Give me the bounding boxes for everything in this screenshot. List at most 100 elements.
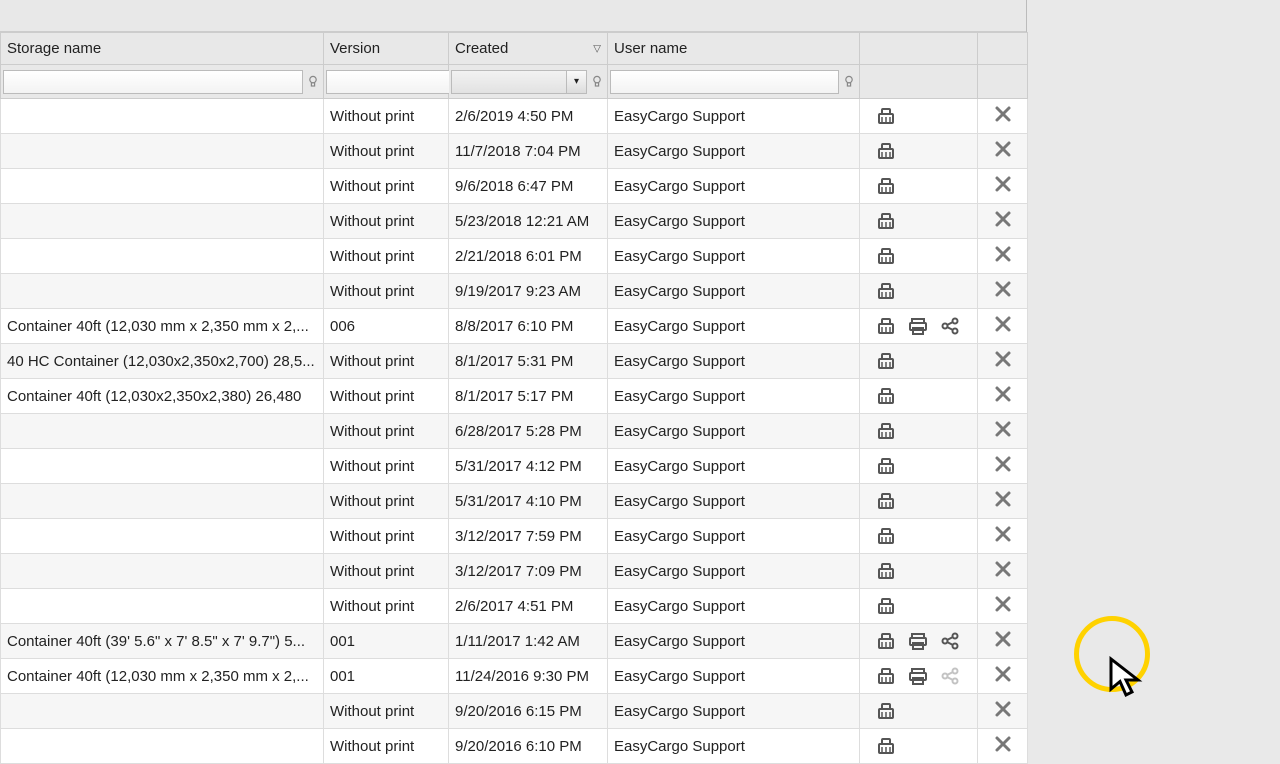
- share-icon[interactable]: [940, 316, 960, 336]
- cell-delete: [978, 274, 1028, 309]
- table-row[interactable]: Without print3/12/2017 7:59 PMEasyCargo …: [1, 519, 1028, 554]
- delete-icon[interactable]: [993, 454, 1013, 474]
- delete-icon[interactable]: [993, 524, 1013, 544]
- filter-storage-input[interactable]: [3, 70, 303, 94]
- filter-storage-hint-icon[interactable]: [305, 72, 321, 92]
- delete-icon[interactable]: [993, 279, 1013, 299]
- delete-icon[interactable]: [993, 489, 1013, 509]
- cell-delete: [978, 449, 1028, 484]
- table-row[interactable]: Without print2/6/2019 4:50 PMEasyCargo S…: [1, 99, 1028, 134]
- open-load-icon[interactable]: [876, 281, 896, 301]
- delete-icon[interactable]: [993, 349, 1013, 369]
- delete-icon[interactable]: [993, 139, 1013, 159]
- table-row[interactable]: Container 40ft (12,030 mm x 2,350 mm x 2…: [1, 309, 1028, 344]
- open-load-icon[interactable]: [876, 246, 896, 266]
- table-row[interactable]: Without print9/20/2016 6:15 PMEasyCargo …: [1, 694, 1028, 729]
- table-row[interactable]: Without print11/7/2018 7:04 PMEasyCargo …: [1, 134, 1028, 169]
- open-load-icon[interactable]: [876, 526, 896, 546]
- col-header-created[interactable]: Created ▽: [449, 33, 608, 65]
- cell-user: EasyCargo Support: [608, 449, 860, 484]
- share-icon[interactable]: [940, 666, 960, 686]
- cell-delete: [978, 554, 1028, 589]
- table-row[interactable]: Without print6/28/2017 5:28 PMEasyCargo …: [1, 414, 1028, 449]
- open-load-icon[interactable]: [876, 561, 896, 581]
- table-row[interactable]: Without print9/6/2018 6:47 PMEasyCargo S…: [1, 169, 1028, 204]
- open-load-icon[interactable]: [876, 386, 896, 406]
- open-load-icon[interactable]: [876, 736, 896, 756]
- table-row[interactable]: Without print2/21/2018 6:01 PMEasyCargo …: [1, 239, 1028, 274]
- cell-actions: [860, 274, 978, 309]
- col-header-version[interactable]: Version: [324, 33, 449, 65]
- filter-created-datepicker[interactable]: ▾: [451, 70, 587, 94]
- print-icon[interactable]: [908, 316, 928, 336]
- cell-created: 6/28/2017 5:28 PM: [449, 414, 608, 449]
- table-row[interactable]: Container 40ft (12,030 mm x 2,350 mm x 2…: [1, 659, 1028, 694]
- open-load-icon[interactable]: [876, 421, 896, 441]
- delete-icon[interactable]: [993, 734, 1013, 754]
- open-load-icon[interactable]: [876, 666, 896, 686]
- col-header-created-label: Created: [455, 40, 508, 57]
- cell-actions: [860, 169, 978, 204]
- print-icon[interactable]: [908, 666, 928, 686]
- cell-actions: [860, 694, 978, 729]
- open-load-icon[interactable]: [876, 141, 896, 161]
- chevron-down-icon[interactable]: ▾: [566, 71, 586, 93]
- cell-created: 2/6/2017 4:51 PM: [449, 589, 608, 624]
- cell-user: EasyCargo Support: [608, 694, 860, 729]
- table-row[interactable]: Container 40ft (12,030x2,350x2,380) 26,4…: [1, 379, 1028, 414]
- cell-version: Without print: [324, 519, 449, 554]
- delete-icon[interactable]: [993, 384, 1013, 404]
- open-load-icon[interactable]: [876, 701, 896, 721]
- table-row[interactable]: Without print2/6/2017 4:51 PMEasyCargo S…: [1, 589, 1028, 624]
- open-load-icon[interactable]: [876, 491, 896, 511]
- col-header-storage[interactable]: Storage name: [1, 33, 324, 65]
- open-load-icon[interactable]: [876, 351, 896, 371]
- cell-version: Without print: [324, 99, 449, 134]
- delete-icon[interactable]: [993, 244, 1013, 264]
- delete-icon[interactable]: [993, 209, 1013, 229]
- cell-delete: [978, 414, 1028, 449]
- share-icon[interactable]: [940, 631, 960, 651]
- cell-storage: Container 40ft (12,030 mm x 2,350 mm x 2…: [1, 659, 324, 694]
- delete-icon[interactable]: [993, 594, 1013, 614]
- print-icon[interactable]: [908, 631, 928, 651]
- open-load-icon[interactable]: [876, 596, 896, 616]
- delete-icon[interactable]: [993, 664, 1013, 684]
- open-load-icon[interactable]: [876, 631, 896, 651]
- filter-user-hint-icon[interactable]: [841, 72, 857, 92]
- filter-created-hint-icon[interactable]: [589, 72, 605, 92]
- table-row[interactable]: Without print5/31/2017 4:12 PMEasyCargo …: [1, 449, 1028, 484]
- delete-icon[interactable]: [993, 419, 1013, 439]
- open-load-icon[interactable]: [876, 316, 896, 336]
- open-load-icon[interactable]: [876, 176, 896, 196]
- cell-storage: [1, 204, 324, 239]
- delete-icon[interactable]: [993, 314, 1013, 334]
- delete-icon[interactable]: [993, 559, 1013, 579]
- cell-actions: [860, 99, 978, 134]
- table-row[interactable]: Without print5/31/2017 4:10 PMEasyCargo …: [1, 484, 1028, 519]
- annotation-cursor-icon: [1108, 656, 1144, 702]
- table-row[interactable]: 40 HC Container (12,030x2,350x2,700) 28,…: [1, 344, 1028, 379]
- col-header-user[interactable]: User name: [608, 33, 860, 65]
- cell-storage: [1, 99, 324, 134]
- table-row[interactable]: Container 40ft (39' 5.6" x 7' 8.5" x 7' …: [1, 624, 1028, 659]
- table-row[interactable]: Without print9/20/2016 6:10 PMEasyCargo …: [1, 729, 1028, 764]
- open-load-icon[interactable]: [876, 211, 896, 231]
- delete-icon[interactable]: [993, 629, 1013, 649]
- cell-storage: Container 40ft (12,030 mm x 2,350 mm x 2…: [1, 309, 324, 344]
- filter-user-input[interactable]: [610, 70, 839, 94]
- table-row[interactable]: Without print3/12/2017 7:09 PMEasyCargo …: [1, 554, 1028, 589]
- table-row[interactable]: Without print9/19/2017 9:23 AMEasyCargo …: [1, 274, 1028, 309]
- table-row[interactable]: Without print5/23/2018 12:21 AMEasyCargo…: [1, 204, 1028, 239]
- cell-actions: [860, 414, 978, 449]
- delete-icon[interactable]: [993, 699, 1013, 719]
- open-load-icon[interactable]: [876, 106, 896, 126]
- grid-top-band: [0, 0, 1026, 32]
- cell-user: EasyCargo Support: [608, 659, 860, 694]
- cell-created: 1/11/2017 1:42 AM: [449, 624, 608, 659]
- open-load-icon[interactable]: [876, 456, 896, 476]
- delete-icon[interactable]: [993, 104, 1013, 124]
- cell-user: EasyCargo Support: [608, 519, 860, 554]
- cell-delete: [978, 694, 1028, 729]
- delete-icon[interactable]: [993, 174, 1013, 194]
